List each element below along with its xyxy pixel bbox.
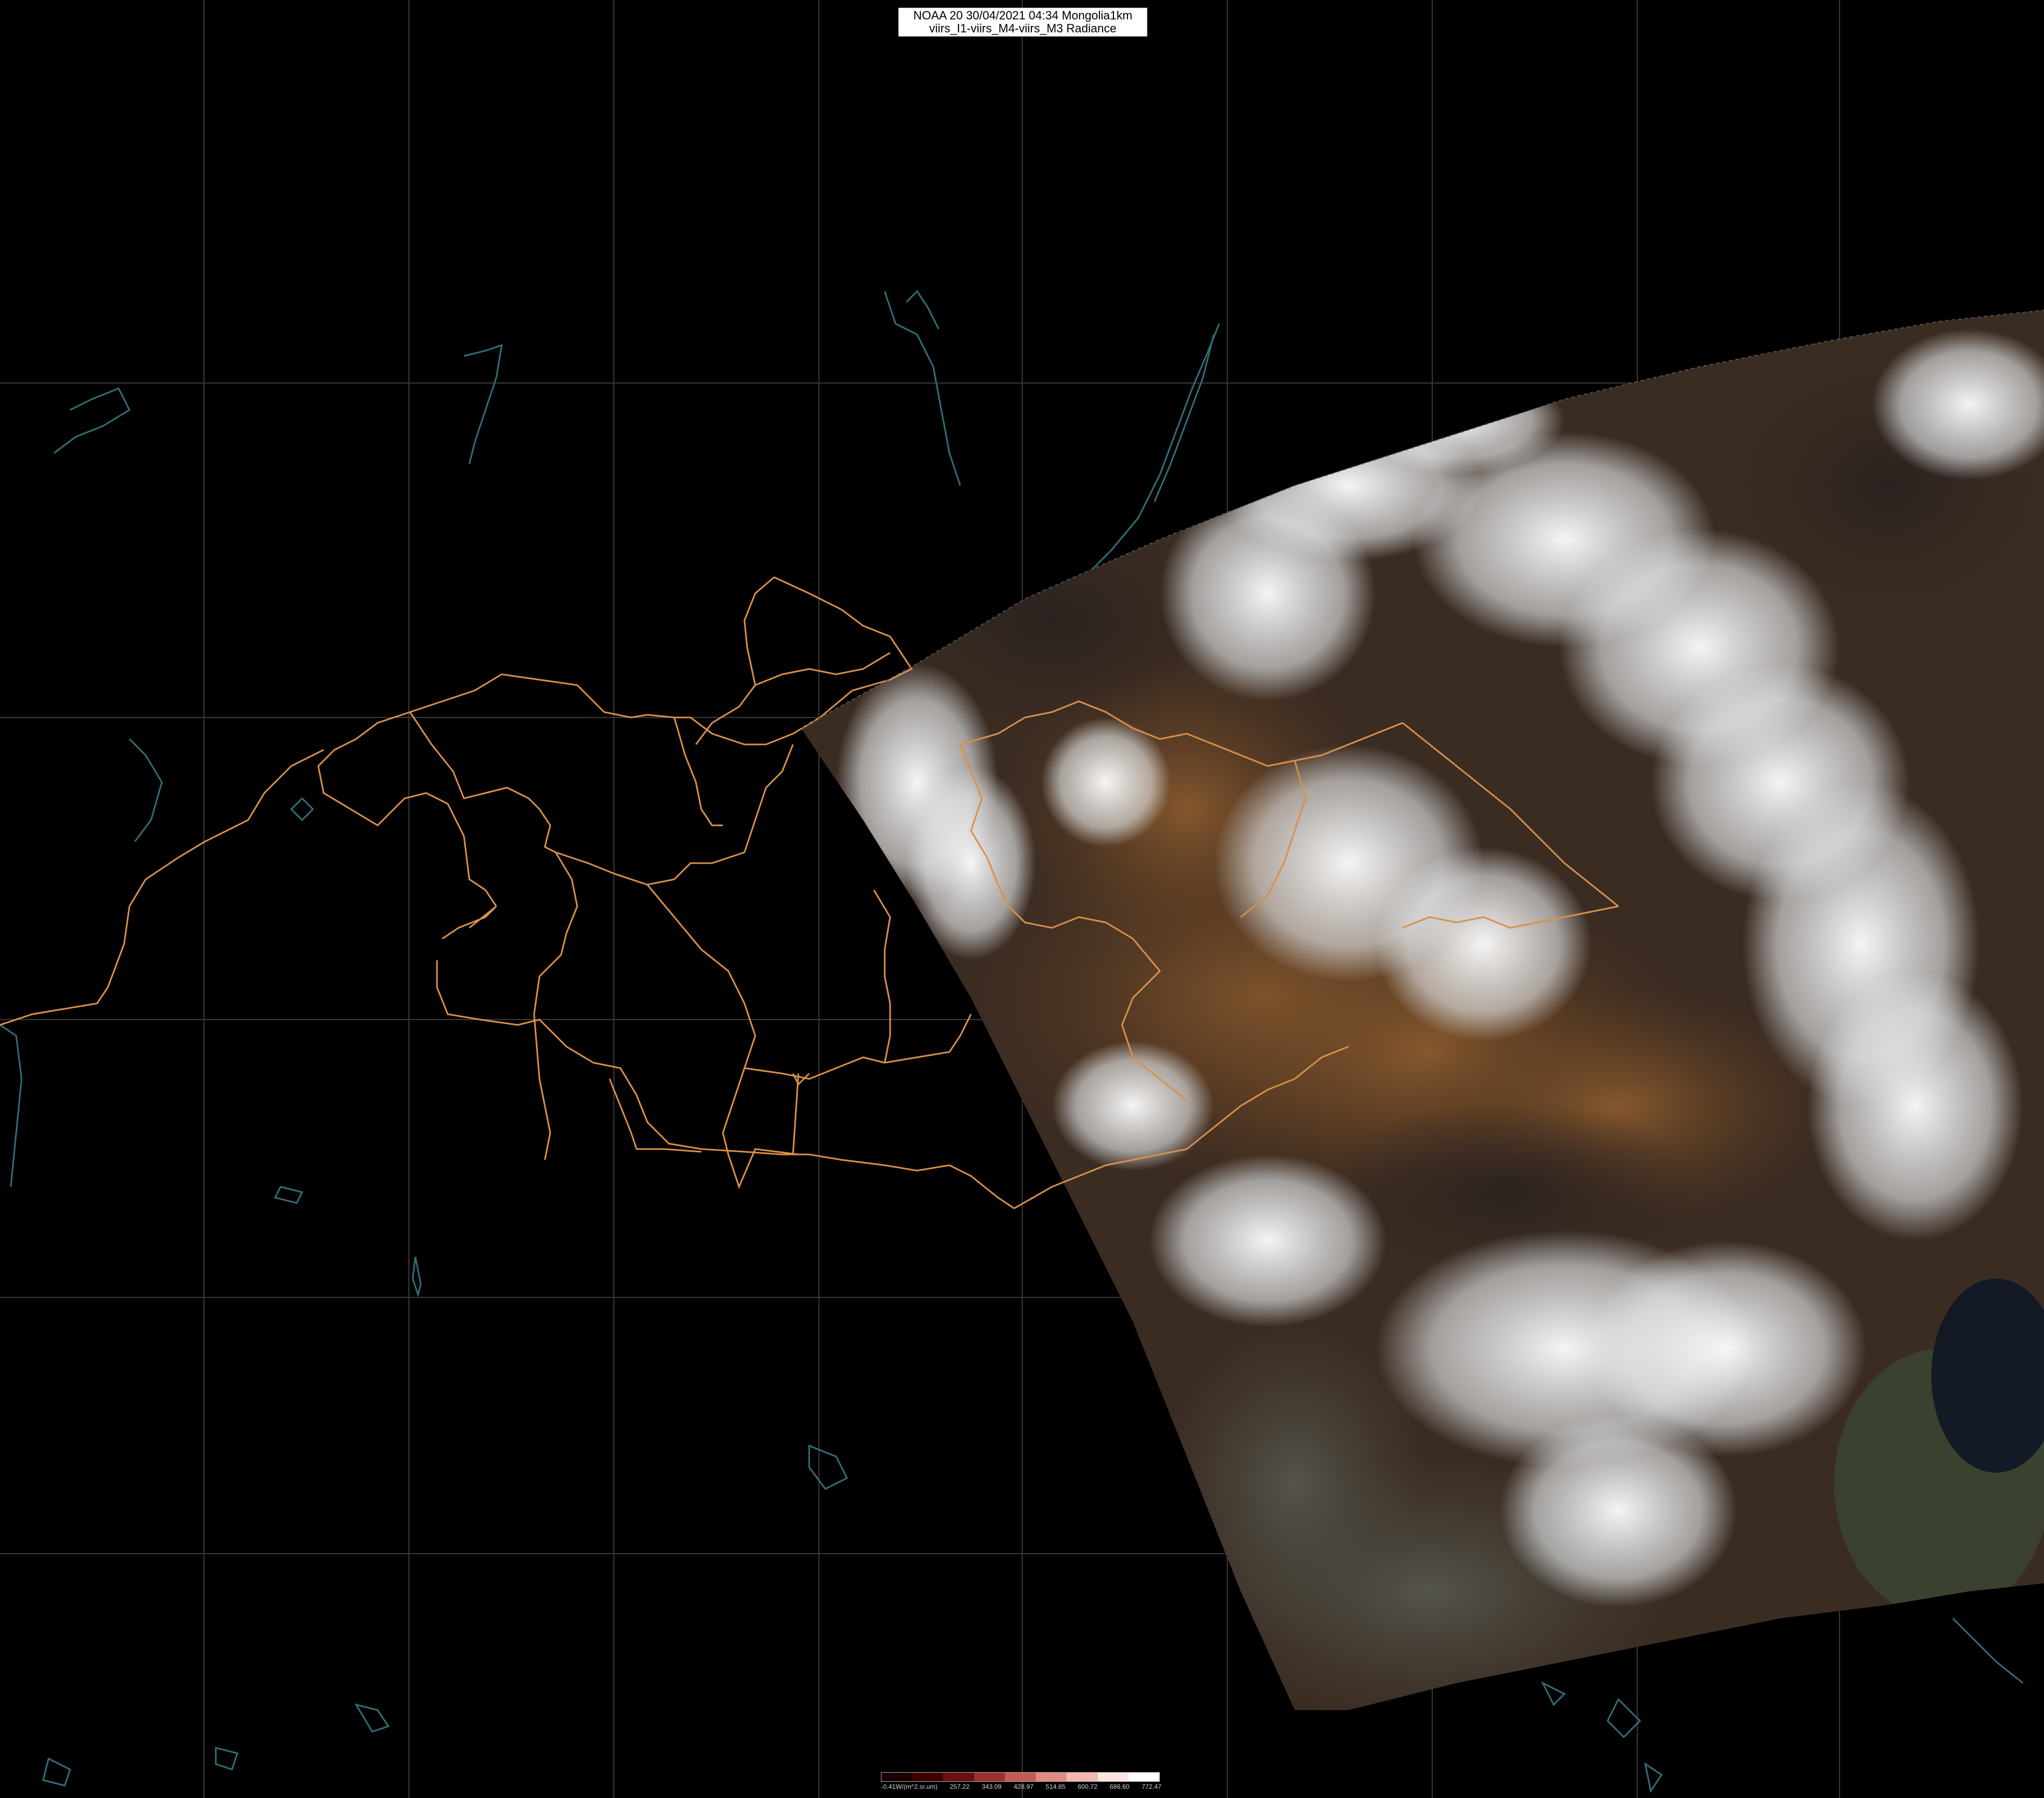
colorbar-tick-label: 257.22	[949, 1783, 970, 1790]
colorbar-tick-label: 686.60	[1109, 1783, 1130, 1790]
colorbar-swatch	[912, 1773, 944, 1781]
colorbar-swatch	[974, 1773, 1005, 1781]
colorbar-swatch	[1004, 1773, 1036, 1781]
colorbar-swatch	[1097, 1773, 1129, 1781]
colorbar-ticks: -0.41W/(m^2.sr.um) 257.22 343.09 428.97 514.…	[881, 1783, 1161, 1792]
colorbar-tick-label: 428.97	[1014, 1783, 1034, 1790]
colorbar-swatch	[1067, 1773, 1098, 1781]
title-line-2: viirs_I1-viirs_M4-viirs_M3 Radiance	[929, 22, 1117, 35]
colorbar-tick-label: 514.85	[1045, 1783, 1066, 1790]
colorbar-swatch	[1128, 1773, 1159, 1781]
colorbar-swatch	[881, 1773, 913, 1781]
title-line-1: NOAA 20 30/04/2021 04:34 Mongolia1km	[913, 9, 1133, 22]
colorbar-tick-label: -0.41W/(m^2.sr.um)	[881, 1783, 938, 1790]
satellite-map	[0, 0, 2044, 1798]
colorbar-legend: -0.41W/(m^2.sr.um) 257.22 343.09 428.97 514.…	[881, 1772, 1161, 1794]
colorbar-tick-label: 343.09	[981, 1783, 1002, 1790]
colorbar-tick-label: 772.47	[1141, 1783, 1161, 1790]
colorbar-tick-label: 600.72	[1077, 1783, 1098, 1790]
colorbar-swatch	[1036, 1773, 1067, 1781]
image-title: NOAA 20 30/04/2021 04:34 Mongolia1km vii…	[898, 8, 1147, 37]
colorbar-gradient	[881, 1772, 1160, 1782]
colorbar-swatch	[943, 1773, 974, 1781]
